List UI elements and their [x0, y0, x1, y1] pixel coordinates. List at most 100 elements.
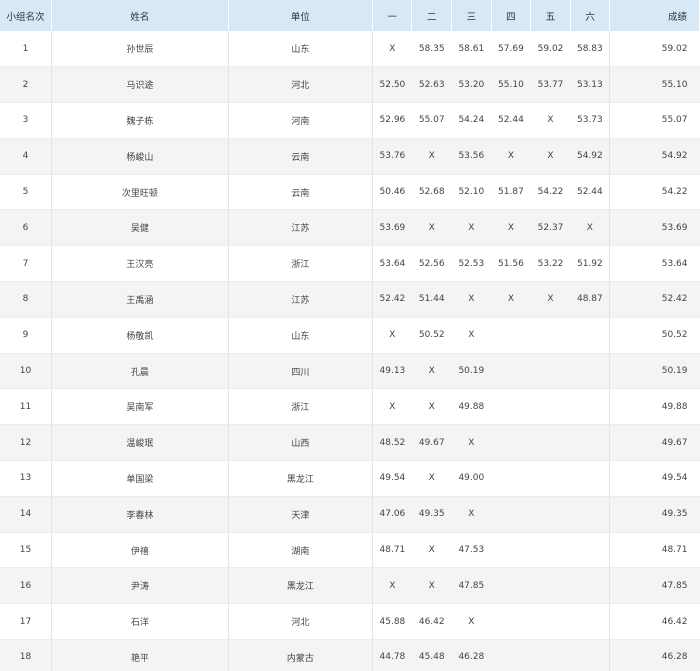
- cell-trial-4: [491, 532, 531, 569]
- cell-trial-6: [570, 388, 610, 426]
- cell-trial-4: X: [491, 209, 531, 247]
- cell-trial-1: 49.54: [372, 460, 412, 497]
- cell-trial-1: X: [372, 317, 412, 354]
- cell-trial-3: 49.00: [451, 460, 492, 497]
- cell-trial-5: 53.22: [530, 245, 571, 283]
- cell-trial-5: [530, 639, 571, 671]
- cell-trial-2: X: [411, 388, 452, 426]
- header-trial-5: 五: [530, 0, 571, 31]
- cell-rank: 8: [0, 281, 52, 318]
- cell-trial-3: X: [451, 209, 492, 247]
- cell-trial-4: [491, 353, 531, 390]
- cell-trial-4: 57.69: [491, 31, 531, 68]
- cell-trial-2: 49.67: [411, 424, 452, 462]
- cell-trial-2: 55.07: [411, 102, 452, 139]
- cell-unit: 江苏: [228, 281, 373, 318]
- cell-trial-3: X: [451, 317, 492, 354]
- cell-trial-3: 52.53: [451, 245, 492, 283]
- table-row: 6 吴健 江苏 53.69 X X X 52.37 X 53.69: [0, 209, 700, 247]
- header-trial-6: 六: [570, 0, 611, 31]
- cell-name: 吴健: [51, 209, 229, 247]
- cell-trial-4: [491, 460, 531, 497]
- cell-unit: 湖南: [228, 532, 373, 569]
- results-table: 小组名次 姓名 单位 一 二 三 四 五 六 成绩 1 孙世辰 山东 X 58.35 58…: [0, 0, 700, 671]
- cell-trial-4: [491, 603, 531, 641]
- cell-trial-1: 48.71: [372, 532, 412, 569]
- cell-unit: 内蒙古: [228, 639, 373, 671]
- table-row: 15 伊禧 湖南 48.71 X 47.53 48.71: [0, 532, 700, 569]
- table-body: 1 孙世辰 山东 X 58.35 58.61 57.69 59.02 58.83 59.02 2 马识…: [0, 31, 700, 671]
- cell-rank: 9: [0, 317, 52, 354]
- cell-trial-6: [570, 317, 610, 354]
- cell-trial-1: 52.50: [372, 66, 412, 104]
- table-row: 10 孔晨 四川 49.13 X 50.19 50.19: [0, 353, 700, 390]
- cell-unit: 山西: [228, 424, 373, 462]
- cell-trial-4: [491, 496, 531, 533]
- table-row: 13 单国梁 黑龙江 49.54 X 49.00 49.54: [0, 460, 700, 497]
- table-row: 4 杨峻山 云南 53.76 X 53.56 X X 54.92 54.92: [0, 138, 700, 175]
- cell-trial-6: 53.13: [570, 66, 610, 104]
- cell-name: 王汉亮: [51, 245, 229, 283]
- cell-trial-1: 53.64: [372, 245, 412, 283]
- cell-trial-2: X: [411, 353, 452, 390]
- cell-unit: 江苏: [228, 209, 373, 247]
- cell-name: 吴南军: [51, 388, 229, 426]
- cell-trial-3: 54.24: [451, 102, 492, 139]
- cell-rank: 1: [0, 31, 52, 68]
- cell-rank: 10: [0, 353, 52, 390]
- cell-trial-3: X: [451, 496, 492, 533]
- cell-best: 49.67: [609, 424, 700, 462]
- cell-trial-1: 52.96: [372, 102, 412, 139]
- cell-best: 46.28: [609, 639, 700, 671]
- cell-rank: 7: [0, 245, 52, 283]
- cell-trial-2: X: [411, 532, 452, 569]
- cell-trial-6: X: [570, 209, 610, 247]
- cell-name: 马识途: [51, 66, 229, 104]
- cell-trial-2: 52.63: [411, 66, 452, 104]
- cell-trial-1: 53.69: [372, 209, 412, 247]
- cell-rank: 11: [0, 388, 52, 426]
- cell-trial-5: [530, 388, 571, 426]
- cell-name: 李春林: [51, 496, 229, 533]
- cell-trial-1: 44.78: [372, 639, 412, 671]
- cell-trial-5: 54.22: [530, 174, 571, 211]
- cell-unit: 河南: [228, 102, 373, 139]
- cell-trial-3: X: [451, 424, 492, 462]
- table-row: 12 温峻珉 山西 48.52 49.67 X 49.67: [0, 424, 700, 462]
- cell-rank: 3: [0, 102, 52, 139]
- cell-trial-3: 47.85: [451, 567, 492, 605]
- cell-trial-3: 46.28: [451, 639, 492, 671]
- cell-rank: 17: [0, 603, 52, 641]
- table-row: 16 尹涛 黑龙江 X X 47.85 47.85: [0, 567, 700, 605]
- cell-trial-3: 53.56: [451, 138, 492, 175]
- cell-trial-5: 59.02: [530, 31, 571, 68]
- cell-trial-6: [570, 567, 610, 605]
- cell-best: 49.88: [609, 388, 700, 426]
- cell-name: 温峻珉: [51, 424, 229, 462]
- cell-best: 54.22: [609, 174, 700, 211]
- cell-name: 孔晨: [51, 353, 229, 390]
- cell-name: 杨敬凯: [51, 317, 229, 354]
- cell-unit: 浙江: [228, 245, 373, 283]
- cell-trial-6: [570, 532, 610, 569]
- cell-trial-2: 49.35: [411, 496, 452, 533]
- cell-trial-6: [570, 603, 610, 641]
- cell-trial-1: X: [372, 567, 412, 605]
- cell-best: 47.85: [609, 567, 700, 605]
- cell-trial-2: 50.52: [411, 317, 452, 354]
- cell-trial-5: [530, 460, 571, 497]
- table-row: 5 次里旺顿 云南 50.46 52.68 52.10 51.87 54.22 52.44 54.…: [0, 174, 700, 211]
- cell-trial-4: [491, 639, 531, 671]
- table-row: 3 魏子栋 河南 52.96 55.07 54.24 52.44 X 53.73 55.07: [0, 102, 700, 139]
- cell-unit: 浙江: [228, 388, 373, 426]
- cell-name: 孙世辰: [51, 31, 229, 68]
- cell-trial-3: 47.53: [451, 532, 492, 569]
- cell-trial-2: 52.68: [411, 174, 452, 211]
- cell-trial-2: 52.56: [411, 245, 452, 283]
- cell-trial-3: 50.19: [451, 353, 492, 390]
- cell-trial-4: [491, 317, 531, 354]
- cell-trial-5: X: [530, 281, 571, 318]
- cell-trial-4: 52.44: [491, 102, 531, 139]
- cell-best: 55.10: [609, 66, 700, 104]
- cell-rank: 5: [0, 174, 52, 211]
